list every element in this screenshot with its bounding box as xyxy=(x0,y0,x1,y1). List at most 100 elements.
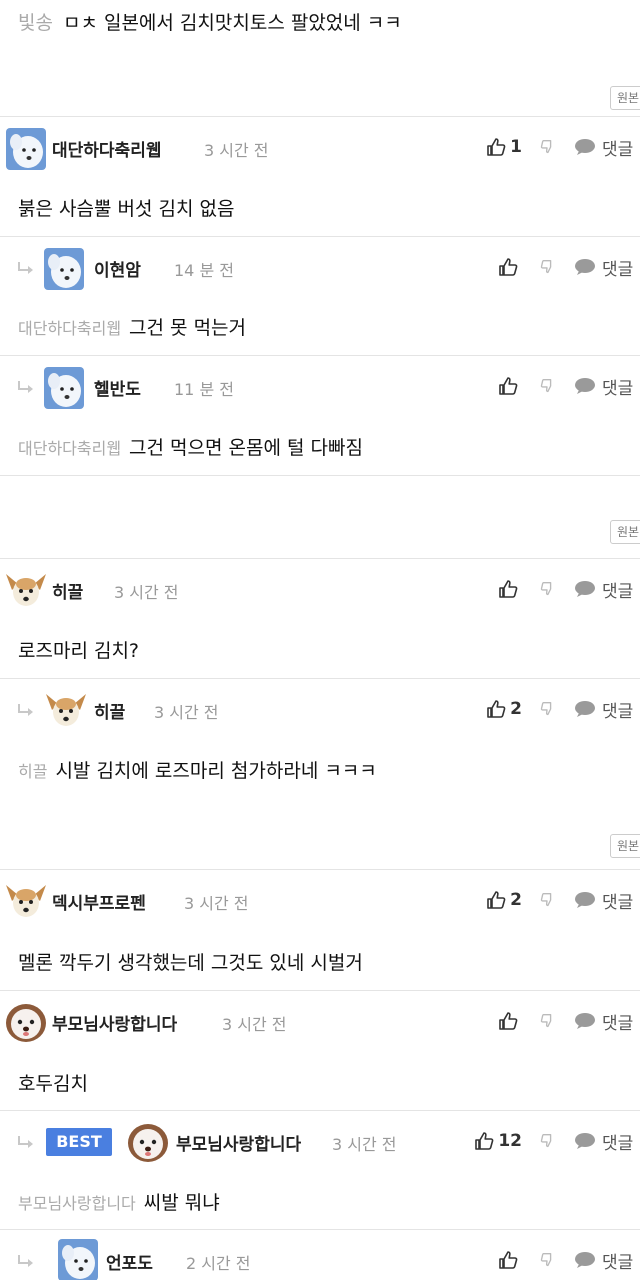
dislike-button[interactable] xyxy=(538,887,556,913)
divider xyxy=(0,236,640,237)
comment-nick[interactable]: 부모님사랑합니다 xyxy=(176,1130,301,1155)
comment-mention[interactable]: 대단하다축리웹 xyxy=(18,439,121,458)
thumbs-up-icon xyxy=(498,579,518,599)
like-button[interactable]: 2 xyxy=(486,887,522,913)
comment-nick[interactable]: 언포도 xyxy=(106,1249,153,1274)
comment-body: 씨발 뭐냐 xyxy=(143,1192,220,1214)
divider xyxy=(0,116,640,117)
comment-nick[interactable]: 히끌 xyxy=(94,698,125,723)
speech-bubble-icon xyxy=(574,1132,596,1150)
comment-nick[interactable]: 대단하다축리웹 xyxy=(52,136,161,161)
thumbs-down-icon xyxy=(538,258,556,276)
comment-header: 이현암 14 분 전 댓글 xyxy=(0,238,640,298)
original-button[interactable]: 원본 xyxy=(610,86,640,110)
divider xyxy=(0,475,640,476)
thumbs-up-icon xyxy=(486,890,506,910)
thumbs-down-icon xyxy=(538,580,556,598)
avatar[interactable] xyxy=(44,690,88,732)
avatar[interactable] xyxy=(126,1122,170,1164)
reply-arrow-icon xyxy=(16,261,36,275)
like-count: 2 xyxy=(510,699,522,719)
comment-text: 멜론 깍두기 생각했는데 그것도 있네 시벌거 xyxy=(18,948,363,975)
comment-nick[interactable]: 이현암 xyxy=(94,256,141,281)
thumbs-down-icon xyxy=(538,138,556,156)
like-button[interactable]: 1 xyxy=(486,134,522,160)
comment-nick[interactable]: 히끌 xyxy=(52,578,83,603)
dislike-button[interactable] xyxy=(538,134,556,160)
reply-button[interactable]: 댓글 xyxy=(574,1247,640,1273)
reply-label: 댓글 xyxy=(602,259,634,280)
avatar[interactable] xyxy=(4,1002,48,1044)
comment-text: 붉은 사슴뿔 버섯 김치 없음 xyxy=(18,194,234,221)
dislike-button[interactable] xyxy=(538,1247,556,1273)
thumbs-up-icon xyxy=(486,137,506,157)
comment-nick[interactable]: 부모님사랑합니다 xyxy=(52,1010,177,1035)
divider xyxy=(0,1229,640,1230)
comment-body: 멜론 깍두기 생각했는데 그것도 있네 시벌거 xyxy=(18,952,363,974)
dislike-button[interactable] xyxy=(538,373,556,399)
reply-label: 댓글 xyxy=(602,581,634,602)
reply-button[interactable]: 댓글 xyxy=(574,1128,640,1154)
thumbs-down-icon xyxy=(538,891,556,909)
speech-bubble-icon xyxy=(574,138,596,156)
comment-text: 로즈마리 김치? xyxy=(18,636,139,663)
thumbs-up-icon xyxy=(498,376,518,396)
comment-nick[interactable]: 덱시부프로펜 xyxy=(52,889,146,914)
reply-label: 댓글 xyxy=(602,892,634,913)
like-button[interactable] xyxy=(498,254,522,280)
like-button[interactable] xyxy=(498,1008,522,1034)
speech-bubble-icon xyxy=(574,700,596,718)
divider xyxy=(0,869,640,870)
thumbs-up-icon xyxy=(498,257,518,277)
avatar[interactable] xyxy=(6,128,46,170)
reply-button[interactable]: 댓글 xyxy=(574,1008,640,1034)
thumbs-down-icon xyxy=(538,1012,556,1030)
avatar[interactable] xyxy=(58,1239,98,1280)
comment-mention[interactable]: 부모님사랑합니다 xyxy=(18,1194,136,1213)
like-button[interactable]: 2 xyxy=(486,696,522,722)
avatar[interactable] xyxy=(4,570,48,612)
reply-label: 댓글 xyxy=(602,1013,634,1034)
like-count: 2 xyxy=(510,890,522,910)
dislike-button[interactable] xyxy=(538,1008,556,1034)
reply-button[interactable]: 댓글 xyxy=(574,696,640,722)
reply-button[interactable]: 댓글 xyxy=(574,134,640,160)
like-button[interactable] xyxy=(498,373,522,399)
thumbs-down-icon xyxy=(538,377,556,395)
avatar[interactable] xyxy=(4,881,48,923)
comment-nick[interactable]: 헬반도 xyxy=(94,375,141,400)
original-button[interactable]: 원본 xyxy=(610,520,640,544)
thumbs-up-icon xyxy=(498,1250,518,1270)
like-button[interactable] xyxy=(498,1247,522,1273)
avatar[interactable] xyxy=(44,248,84,290)
like-button[interactable] xyxy=(498,576,522,602)
speech-bubble-icon xyxy=(574,258,596,276)
comment-time: 3 시간 전 xyxy=(114,583,179,602)
divider xyxy=(0,1110,640,1111)
best-badge: BEST xyxy=(46,1128,112,1156)
reply-label: 댓글 xyxy=(602,1252,634,1273)
dislike-button[interactable] xyxy=(538,576,556,602)
comment-mention[interactable]: 대단하다축리웹 xyxy=(18,319,121,338)
like-button[interactable]: 12 xyxy=(474,1128,522,1154)
comment-text: 대단하다축리웹 그건 못 먹는거 xyxy=(18,313,246,340)
reply-button[interactable]: 댓글 xyxy=(574,254,640,280)
comment-header: BEST 부모님사랑합니다 3 시간 전 12 댓글 xyxy=(0,1112,640,1172)
reply-button[interactable]: 댓글 xyxy=(574,887,640,913)
comment-time: 2 시간 전 xyxy=(186,1254,251,1273)
reply-button[interactable]: 댓글 xyxy=(574,373,640,399)
speech-bubble-icon xyxy=(574,377,596,395)
dislike-button[interactable] xyxy=(538,1128,556,1154)
speech-bubble-icon xyxy=(574,891,596,909)
dislike-button[interactable] xyxy=(538,254,556,280)
comment-body: 호두김치 xyxy=(18,1073,88,1095)
comment-mention[interactable]: 히끌 xyxy=(18,762,47,781)
comment-body: 로즈마리 김치? xyxy=(18,640,140,662)
reply-button[interactable]: 댓글 xyxy=(574,576,640,602)
reply-arrow-icon xyxy=(16,380,36,394)
comment-time: 3 시간 전 xyxy=(184,894,249,913)
like-count: 1 xyxy=(510,137,522,157)
dislike-button[interactable] xyxy=(538,696,556,722)
original-button[interactable]: 원본 xyxy=(610,834,640,858)
avatar[interactable] xyxy=(44,367,84,409)
